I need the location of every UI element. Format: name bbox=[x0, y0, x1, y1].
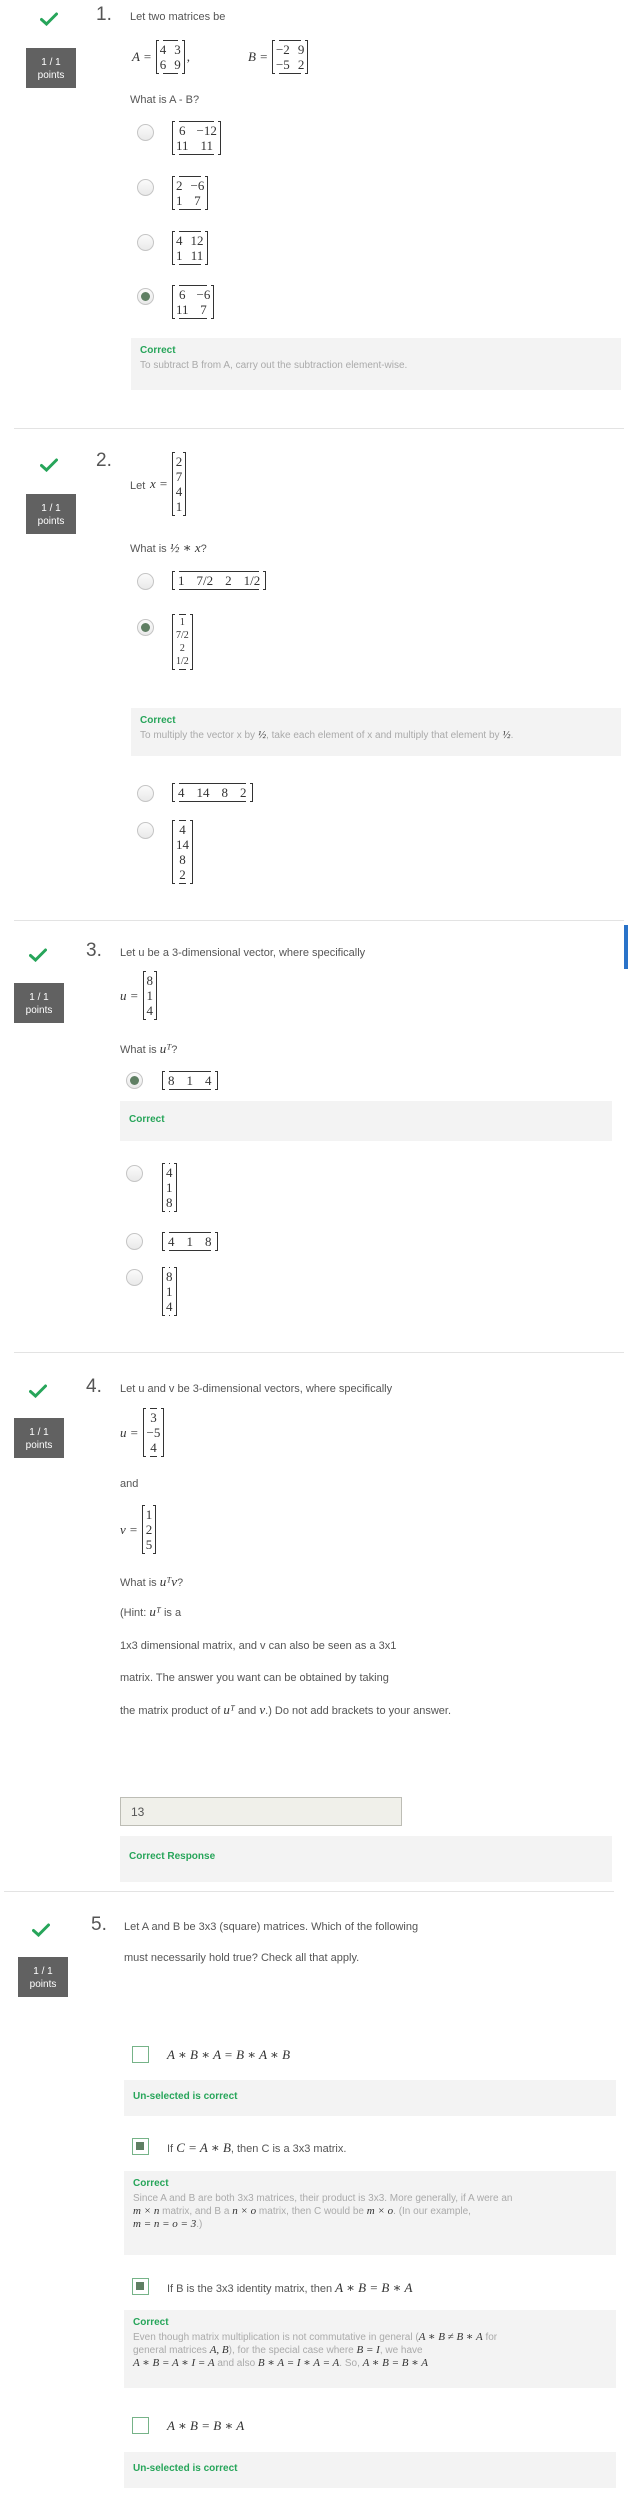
option-matrix: 6 −12 11 11 bbox=[172, 121, 221, 155]
option-radio[interactable] bbox=[137, 179, 154, 196]
feedback-box: Correct Even though matrix multiplicatio… bbox=[124, 2310, 616, 2388]
option-matrix: 2 −6 17 bbox=[172, 176, 209, 210]
option-checkbox-selected[interactable] bbox=[132, 2138, 149, 2155]
option-matrix: 4 12 1 11 bbox=[172, 231, 208, 265]
option-radio-selected[interactable] bbox=[126, 1072, 143, 1089]
points-badge: 1 / 1 points bbox=[14, 1418, 64, 1458]
option-radio[interactable] bbox=[126, 1165, 143, 1182]
question-number: 3. bbox=[86, 940, 102, 961]
option-column-vector: 4 14 8 2 bbox=[172, 820, 193, 884]
divider bbox=[14, 428, 624, 429]
option-label: If B is the 3x3 identity matrix, then A … bbox=[167, 2280, 413, 2295]
option-label: If C = A ∗ B, then C is a 3x3 matrix. bbox=[167, 2140, 347, 2155]
option-label: A ∗ B = B ∗ A bbox=[167, 2418, 245, 2433]
option-radio[interactable] bbox=[137, 234, 154, 251]
option-matrix: 6 −6 11 7 bbox=[172, 285, 215, 319]
option-radio[interactable] bbox=[137, 573, 154, 590]
points-badge: 1 / 1 points bbox=[26, 48, 76, 88]
and-text: and bbox=[120, 1478, 139, 1490]
feedback-box: Un-selected is correct bbox=[124, 2452, 616, 2488]
question-number: 2. bbox=[96, 450, 112, 471]
option-column-vector: 1 7/2 2 1/2 bbox=[172, 614, 193, 670]
option-column-vector: 814 bbox=[162, 1267, 177, 1316]
option-checkbox[interactable] bbox=[132, 2417, 149, 2434]
question-intro: Let two matrices be bbox=[130, 11, 226, 23]
option-radio[interactable] bbox=[126, 1269, 143, 1286]
question-text: What is uᵀ? bbox=[120, 1041, 178, 1056]
vector-v: v = 125 bbox=[120, 1505, 157, 1554]
scroll-indicator bbox=[624, 925, 628, 969]
feedback-box: Un-selected is correct bbox=[124, 2080, 616, 2116]
points-badge: 1 / 1 points bbox=[18, 1957, 68, 1997]
question-text: What is uᵀv? bbox=[120, 1574, 184, 1589]
option-radio[interactable] bbox=[137, 124, 154, 141]
question-intro: Let A and B be 3x3 (square) matrices. Wh… bbox=[124, 1921, 419, 1933]
correct-check-icon bbox=[40, 12, 58, 26]
option-row-vector: 418 bbox=[162, 1232, 218, 1251]
question-text: What is A - B? bbox=[130, 94, 200, 106]
feedback-box: Correct To subtract B from A, carry out … bbox=[131, 338, 621, 390]
option-checkbox-selected[interactable] bbox=[132, 2278, 149, 2295]
option-row-vector: 4 14 8 2 bbox=[172, 783, 253, 802]
option-radio[interactable] bbox=[126, 1233, 143, 1250]
correct-check-icon bbox=[40, 458, 58, 472]
matrix-b: B = −2 9 −5 2 bbox=[248, 40, 309, 74]
vector-x: x = 2741 bbox=[150, 452, 187, 516]
question-intro: must necessarily hold true? Check all th… bbox=[124, 1952, 360, 1964]
option-checkbox[interactable] bbox=[132, 2046, 149, 2063]
matrix-a: A = 43 69 , bbox=[132, 40, 190, 74]
option-label: A ∗ B ∗ A = B ∗ A ∗ B bbox=[167, 2047, 291, 2062]
option-radio-selected[interactable] bbox=[137, 619, 154, 636]
question-intro: Let u and v be 3-dimensional vectors, wh… bbox=[120, 1383, 393, 1395]
correct-check-icon bbox=[32, 1923, 50, 1937]
feedback-box: Correct bbox=[120, 1101, 612, 1141]
vector-u: u = 814 bbox=[120, 971, 158, 1020]
vector-u: u = 3 −5 4 bbox=[120, 1408, 165, 1457]
divider bbox=[4, 1891, 614, 1892]
correct-check-icon bbox=[29, 1384, 47, 1398]
question-intro: Let u be a 3-dimensional vector, where s… bbox=[120, 947, 366, 959]
option-row-vector: 1 7/2 2 1/2 bbox=[172, 571, 267, 590]
option-column-vector: 418 bbox=[162, 1163, 177, 1212]
hint-line-3: matrix. The answer you want can be obtai… bbox=[120, 1672, 389, 1684]
answer-input[interactable]: 13 bbox=[120, 1797, 402, 1826]
option-radio-selected[interactable] bbox=[137, 288, 154, 305]
feedback-box: Correct Since A and B are both 3x3 matri… bbox=[124, 2171, 616, 2255]
question-number: 5. bbox=[91, 1914, 107, 1935]
option-radio[interactable] bbox=[137, 785, 154, 802]
hint-line-4: the matrix product of uᵀ and v.) Do not … bbox=[120, 1702, 452, 1717]
question-text: What is ½ ∗ x? bbox=[130, 540, 207, 555]
question-number: 1. bbox=[96, 4, 112, 25]
question-number: 4. bbox=[86, 1376, 102, 1397]
hint-line-2: 1x3 dimensional matrix, and v can also b… bbox=[120, 1640, 397, 1652]
option-radio[interactable] bbox=[137, 822, 154, 839]
feedback-box: Correct To multiply the vector x by ½, t… bbox=[131, 708, 621, 756]
option-row-vector: 814 bbox=[162, 1071, 218, 1090]
points-badge: 1 / 1 points bbox=[14, 983, 64, 1023]
hint-line-1: (Hint: uᵀ is a bbox=[120, 1604, 182, 1619]
correct-check-icon bbox=[29, 948, 47, 962]
divider bbox=[14, 920, 624, 921]
divider bbox=[14, 1352, 624, 1353]
question-intro: Let bbox=[130, 480, 146, 492]
feedback-box: Correct Response bbox=[120, 1836, 612, 1882]
points-badge: 1 / 1 points bbox=[26, 494, 76, 534]
